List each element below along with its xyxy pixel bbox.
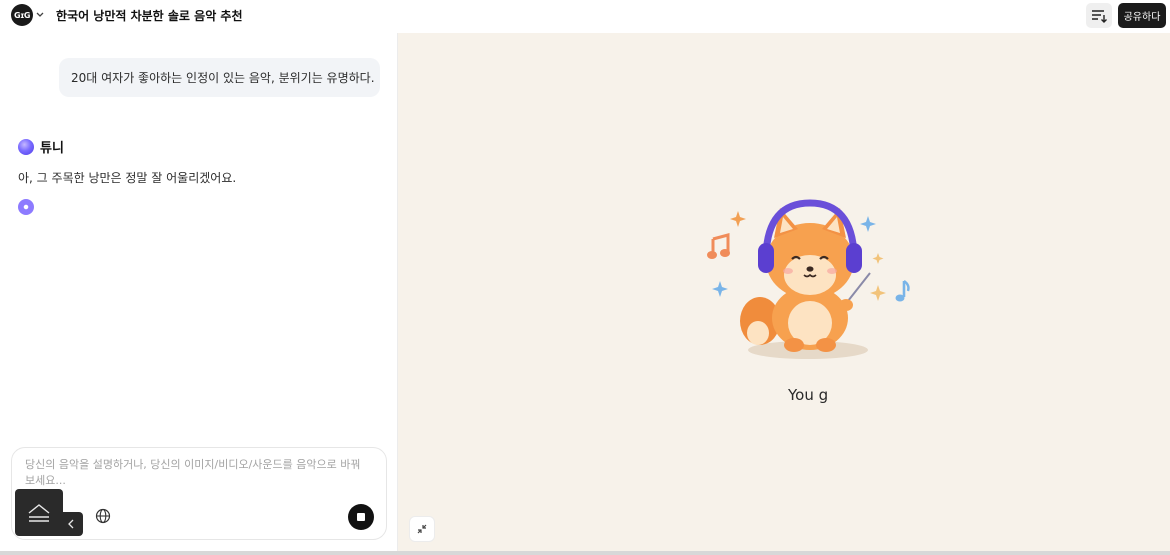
globe-icon [95, 508, 111, 524]
dock-collapse-tab[interactable] [58, 512, 83, 536]
collapse-icon [417, 524, 427, 534]
chat-panel: 20대 여자가 좋아하는 인정이 있는 음악, 분위기는 유명하다. 튜니 아,… [0, 33, 397, 551]
chevron-down-icon[interactable] [35, 9, 45, 21]
conversation-title: 한국어 낭만적 차분한 솔로 음악 추천 [56, 9, 243, 23]
share-button[interactable]: 공유하다 [1118, 3, 1166, 28]
bot-header: 튜니 [18, 137, 64, 156]
sort-button[interactable] [1086, 3, 1112, 28]
eject-icon [28, 503, 50, 522]
prompt-input[interactable]: 당신의 음악을 설명하거나, 당신의 이미지/비디오/사운드를 음악으로 바꿔 … [25, 457, 371, 489]
bot-avatar [18, 138, 34, 155]
sort-icon [1092, 9, 1107, 23]
floating-dock[interactable] [15, 489, 63, 536]
globe-button[interactable] [92, 505, 114, 527]
top-bar: GɪG 한국어 낭만적 차분한 솔로 음악 추천 공유하다 [0, 0, 1170, 32]
preview-panel: You g [398, 33, 1170, 551]
collapse-button[interactable] [409, 516, 435, 542]
generation-status-text: You g [788, 386, 829, 404]
stop-button[interactable] [348, 504, 374, 530]
fox-mascot-illustration [707, 199, 910, 359]
stop-icon [357, 513, 365, 521]
app-logo[interactable]: GɪG [11, 4, 33, 26]
chevron-left-icon [67, 519, 73, 529]
window-bottom-edge [0, 551, 1170, 555]
user-message-text: 20대 여자가 좋아하는 인정이 있는 음악, 분위기는 유명하다. [71, 71, 375, 85]
bot-name: 튜니 [40, 141, 64, 156]
bot-message-text: 아, 그 주목한 낭만은 정말 잘 어울리겠어요. [18, 171, 237, 185]
user-message-bubble: 20대 여자가 좋아하는 인정이 있는 음악, 분위기는 유명하다. [59, 58, 380, 97]
loading-spinner-icon [18, 199, 34, 215]
